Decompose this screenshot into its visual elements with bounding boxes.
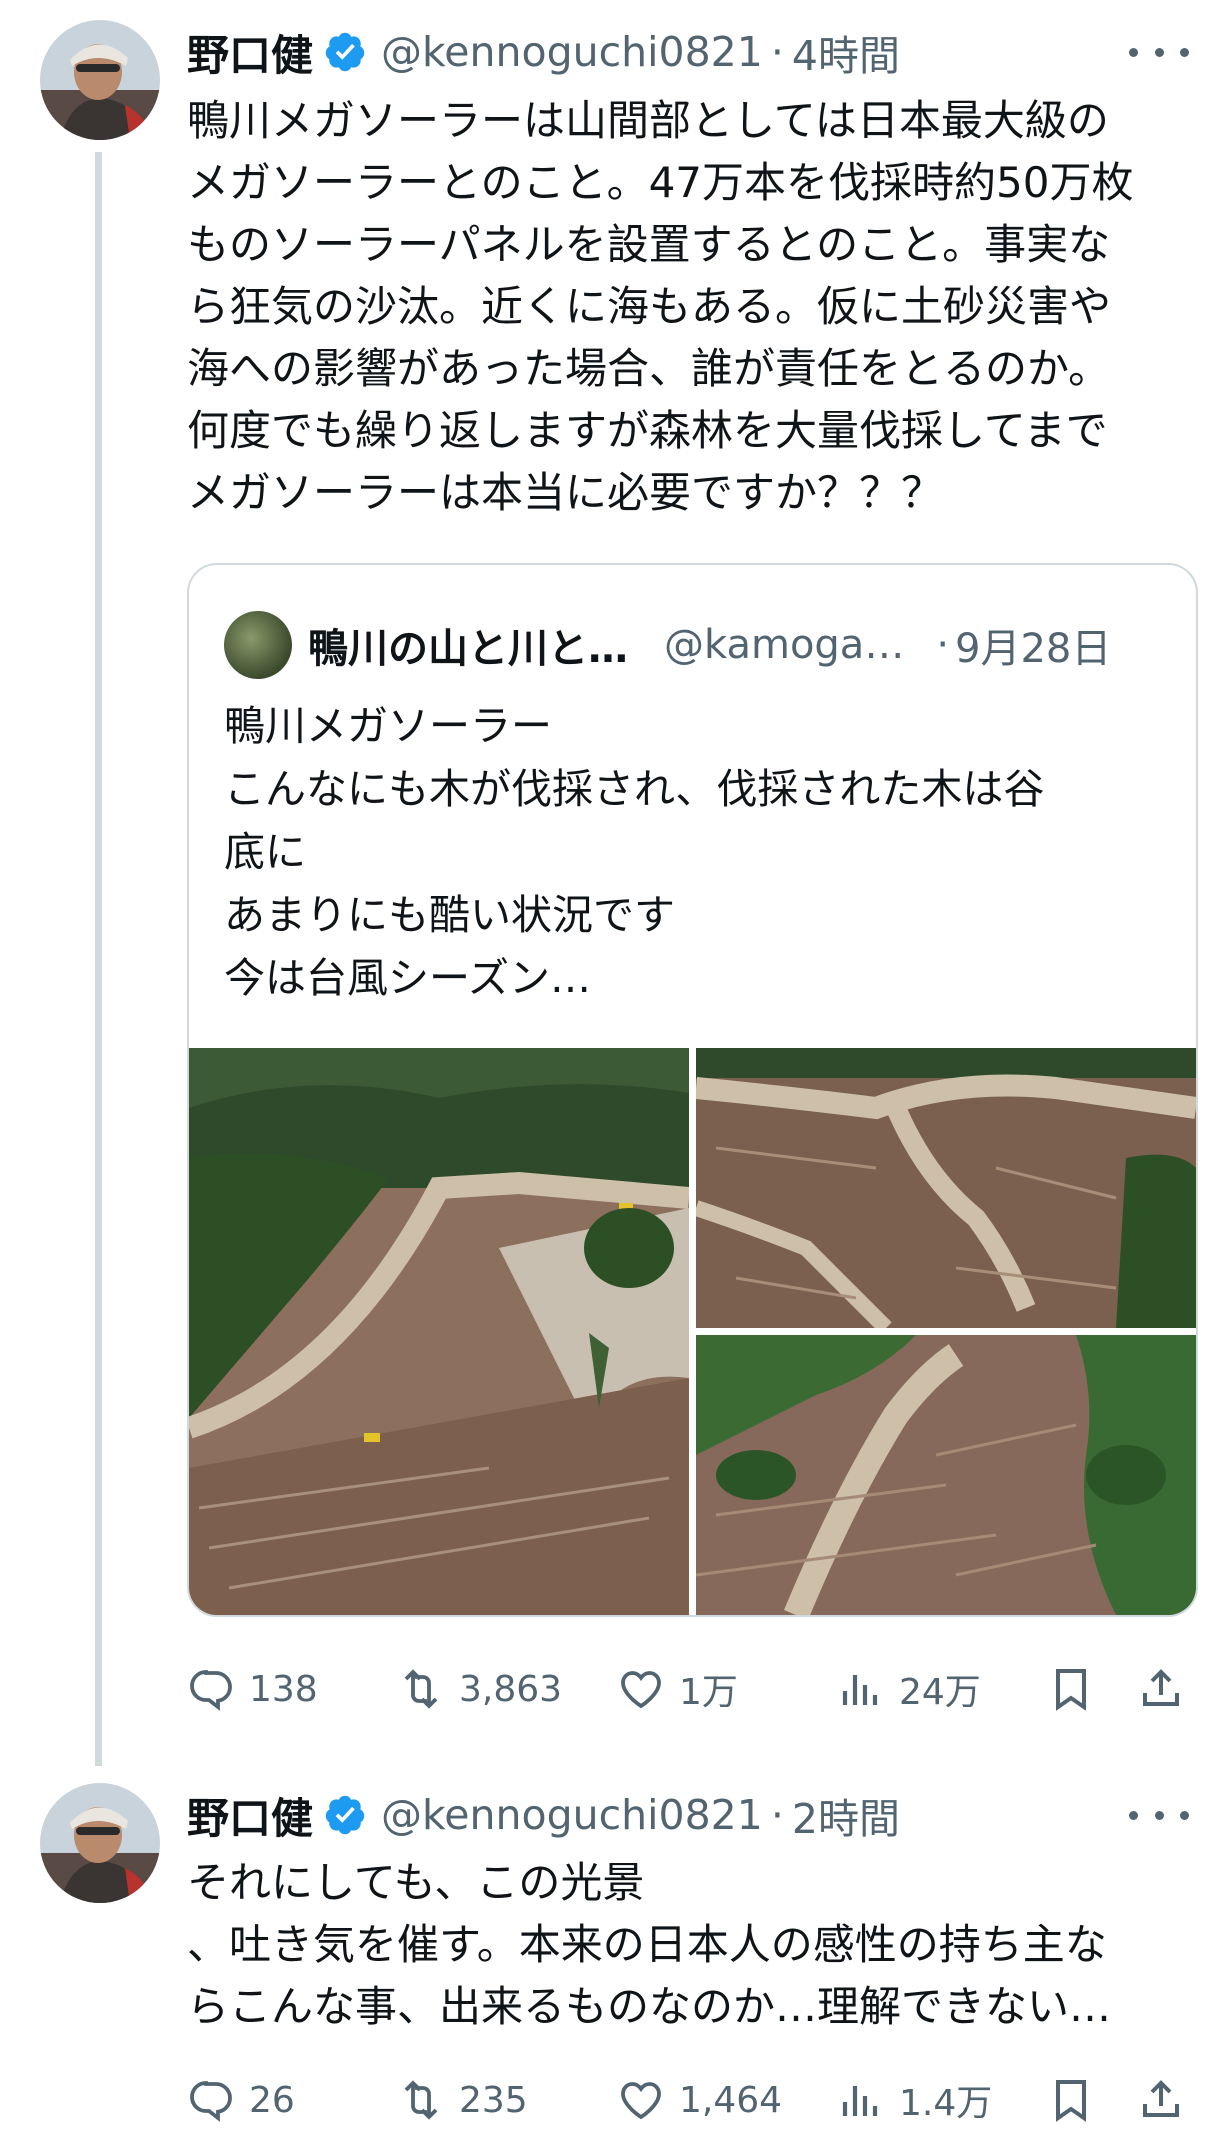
author-handle[interactable]: @kennoguchi0821 (381, 1791, 763, 1839)
photo-logged-hillside[interactable] (189, 1048, 689, 1615)
repost-icon (404, 1669, 438, 1709)
analytics-icon (842, 1675, 878, 1705)
view-count: 1.4万 (899, 2083, 993, 2124)
heart-icon (621, 2082, 661, 2120)
author-name[interactable]: 野口健 (187, 1785, 313, 1846)
like-button[interactable]: 1万 (617, 1659, 738, 1719)
author-name[interactable]: 野口健 (187, 22, 313, 83)
bookmark-button[interactable] (1047, 2070, 1095, 2130)
quoted-author-handle: @kamoga… (664, 622, 905, 668)
avatar[interactable] (40, 20, 160, 140)
reply-icon (190, 1670, 232, 1711)
bookmark-button[interactable] (1047, 1659, 1095, 1719)
timestamp[interactable]: 4時間 (792, 22, 900, 82)
quoted-tweet-header: 鴨川の山と川と… @kamoga… · 9月28日 (224, 611, 1112, 679)
tweet-header: 野口健 @kennoguchi0821 · 2時間 (187, 1785, 900, 1845)
repost-count: 235 (459, 2079, 528, 2121)
like-button[interactable]: 1,464 (617, 2070, 782, 2130)
repost-button[interactable]: 235 (397, 2070, 528, 2130)
tweet-header: 野口健 @kennoguchi0821 · 4時間 (187, 22, 900, 82)
reply-count: 26 (249, 2079, 295, 2121)
author-handle[interactable]: @kennoguchi0821 (381, 28, 763, 76)
quoted-media-grid (189, 1048, 1196, 1615)
quoted-timestamp: 9月28日 (955, 626, 1112, 672)
reply-icon (190, 2081, 232, 2122)
verified-badge-icon (325, 32, 365, 72)
tweet-text: 鴨川メガソーラーは山間部としては日本最大級の メガソーラーとのこと。47万本を伐… (187, 96, 1134, 517)
analytics-icon (842, 2086, 878, 2116)
reply-button[interactable]: 26 (187, 2070, 295, 2130)
verified-badge-icon (325, 1795, 365, 1835)
like-count: 1,464 (679, 2079, 783, 2121)
reply-count: 138 (249, 1668, 318, 1710)
share-icon (1143, 1669, 1179, 1706)
tweet-actions: 138 3,863 1万 24万 (187, 1659, 1197, 1719)
share-button[interactable] (1137, 1659, 1185, 1719)
avatar[interactable] (40, 1783, 160, 1903)
separator-dot: · (770, 1791, 784, 1839)
views-button[interactable]: 24万 (837, 1659, 981, 1719)
reply-button[interactable]: 138 (187, 1659, 318, 1719)
separator-dot: · (770, 28, 784, 76)
quoted-author-name: 鴨川の山と川と… (308, 626, 628, 672)
repost-button[interactable]: 3,863 (397, 1659, 562, 1719)
view-count: 24万 (899, 1672, 981, 1713)
photo-felled-trees[interactable] (696, 1335, 1196, 1615)
share-button[interactable] (1137, 2070, 1185, 2130)
repost-icon (404, 2080, 438, 2120)
tweet-text: それにしても、この光景 、吐き気を催す。本来の日本人の感性の持ち主な らこんな事… (187, 1858, 1112, 2031)
photo-clearcut-slope[interactable] (696, 1048, 1196, 1328)
more-options-icon[interactable] (1129, 32, 1189, 72)
like-count: 1万 (679, 1672, 738, 1713)
more-options-icon[interactable] (1129, 1795, 1189, 1835)
thread-connector-line (95, 152, 102, 1766)
bookmark-icon (1056, 1669, 1086, 1711)
repost-count: 3,863 (459, 1668, 563, 1710)
share-icon (1143, 2080, 1179, 2117)
quoted-tweet[interactable]: 鴨川の山と川と… @kamoga… · 9月28日 鴨川メガソーラー こんなにも… (187, 563, 1198, 1617)
separator-dot: · (936, 622, 950, 668)
timestamp[interactable]: 2時間 (792, 1785, 900, 1845)
quoted-avatar (224, 611, 292, 679)
heart-icon (621, 1671, 661, 1709)
bookmark-icon (1056, 2080, 1086, 2122)
views-button[interactable]: 1.4万 (837, 2070, 992, 2130)
tweet-actions: 26 235 1,464 1.4万 (187, 2070, 1197, 2130)
quoted-tweet-text: 鴨川メガソーラー こんなにも木が伐採され、伐採された木は谷 底に あまりにも酷い… (224, 702, 1045, 1002)
